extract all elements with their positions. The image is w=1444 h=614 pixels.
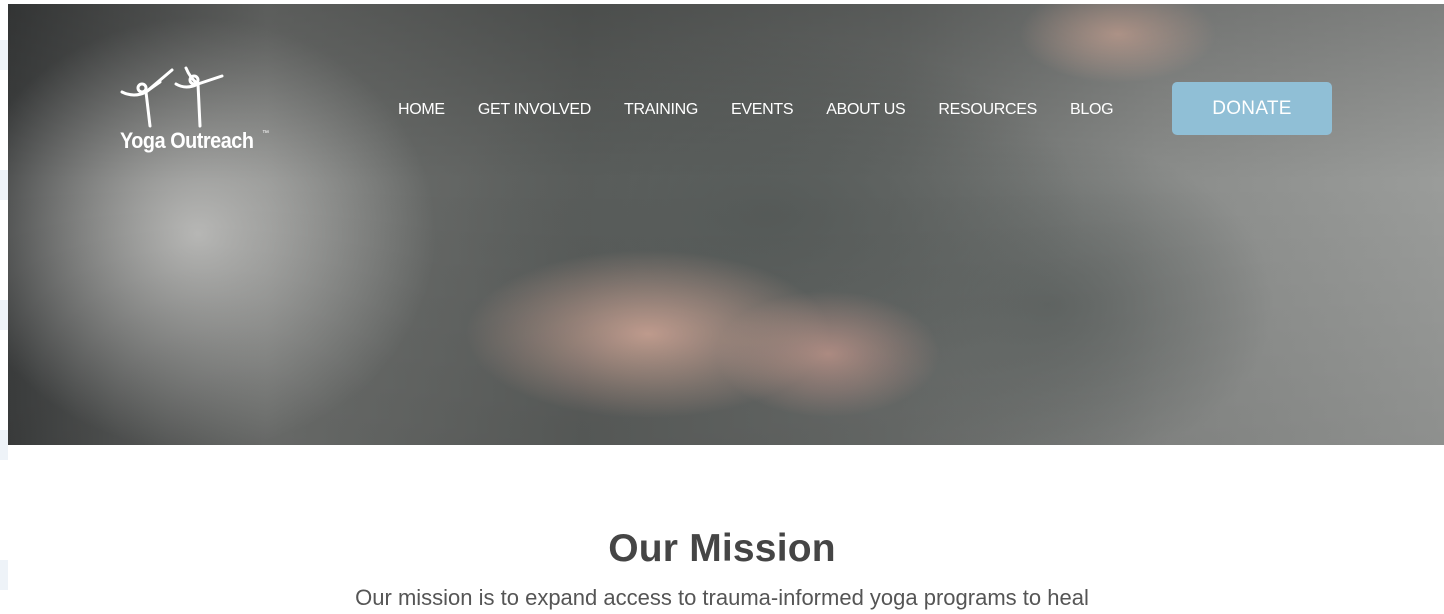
mission-heading: Our Mission	[608, 527, 836, 570]
nav-item-events[interactable]: EVENTS	[731, 101, 794, 119]
nav-item-about-us[interactable]: ABOUT US	[826, 101, 905, 119]
nav-item-training[interactable]: TRAINING	[624, 101, 698, 119]
mission-text: Our mission is to expand access to traum…	[355, 585, 1089, 610]
logo-trademark: ™	[262, 130, 269, 137]
yoga-figures-logo-icon	[120, 66, 224, 128]
site-logo[interactable]: Yoga Outreach ™	[120, 62, 290, 162]
donate-button[interactable]: DONATE	[1172, 82, 1332, 135]
nav-item-resources[interactable]: RESOURCES	[938, 101, 1037, 119]
nav-item-get-involved[interactable]: GET INVOLVED	[478, 101, 591, 119]
nav-item-blog[interactable]: BLOG	[1070, 101, 1114, 119]
logo-wordmark: Yoga Outreach	[120, 128, 254, 153]
page-edge	[0, 0, 8, 614]
nav-item-home[interactable]: HOME	[398, 101, 445, 119]
main-nav: HOME GET INVOLVED TRAINING EVENTS ABOUT …	[398, 101, 1114, 119]
